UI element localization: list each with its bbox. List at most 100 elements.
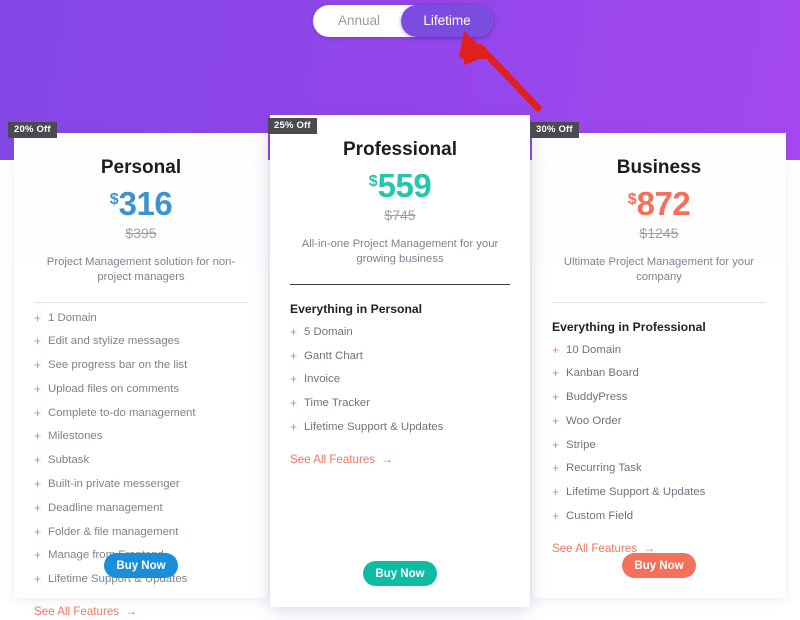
see-all-features-label: See All Features <box>34 605 120 619</box>
list-item: + Recurring Task <box>552 462 766 475</box>
plus-icon: + <box>34 548 42 563</box>
list-item: +10 Domain <box>552 342 766 357</box>
list-item: + Complete to-do management <box>34 405 248 420</box>
old-price-personal: $395 <box>125 225 157 241</box>
plus-icon: + <box>552 366 560 381</box>
feature-list-professional: +5 Domain + Gantt Chart + Invoice + Time Tr… <box>290 325 510 435</box>
plus-icon: + <box>290 420 298 435</box>
plus-icon: + <box>290 372 298 387</box>
card-divider <box>290 283 510 285</box>
plus-icon: + <box>34 500 42 515</box>
list-item: + Invoice <box>290 372 510 387</box>
feature-label: Complete to-do management <box>48 406 196 419</box>
feature-label: Built-in private messenger <box>48 478 180 491</box>
discount-badge-personal: 20% Off <box>8 122 57 138</box>
plus-icon: + <box>34 381 42 396</box>
plus-icon: + <box>552 413 560 428</box>
plus-icon: + <box>34 310 42 325</box>
feature-label: Custom Field <box>566 510 634 523</box>
plus-icon: + <box>34 524 42 539</box>
pricing-card-professional: Professional $559 $745 All-in-one Projec… <box>270 115 530 607</box>
plan-title-personal: Personal <box>100 157 182 178</box>
list-item: + See progress bar on the list <box>34 358 248 373</box>
plus-icon: + <box>34 477 42 492</box>
list-item: + Milestones <box>34 429 248 444</box>
feature-label: Invoice <box>304 373 341 386</box>
list-item: + Edit and stylize messages <box>34 334 248 349</box>
list-item: + BuddyPress <box>552 390 766 405</box>
list-item: + Lifetime Support & Updates <box>552 485 766 500</box>
feature-label: Lifetime Support & Updates <box>304 421 444 434</box>
price-personal: $316 <box>34 187 248 220</box>
list-item: + Stripe <box>552 437 766 452</box>
plus-icon: + <box>34 429 42 444</box>
list-item: + Upload files on comments <box>34 381 248 396</box>
plus-icon: + <box>552 437 560 452</box>
price-amount: 559 <box>377 167 432 204</box>
feature-label: Gantt Chart <box>304 349 363 362</box>
plus-icon: + <box>34 453 42 468</box>
plus-icon: + <box>290 396 298 411</box>
price-amount: 872 <box>636 185 691 222</box>
plan-description-professional: All-in-one Project Management for your g… <box>301 238 499 266</box>
list-item: +1 Domain <box>34 310 248 325</box>
feature-label: Recurring Task <box>566 462 642 475</box>
plus-icon: + <box>552 390 560 405</box>
plus-icon: + <box>34 358 42 373</box>
pricing-cards: 20% Off Personal $316 $395 Project Manag… <box>0 0 800 618</box>
toggle-option-lifetime[interactable]: Lifetime <box>401 5 493 37</box>
feature-label: Edit and stylize messages <box>48 335 180 348</box>
plus-icon: + <box>34 572 42 587</box>
price-business: $872 <box>552 187 766 220</box>
list-item: + Folder & file management <box>34 524 248 539</box>
see-all-features-label: See All Features <box>552 541 638 555</box>
plus-icon: + <box>34 334 42 349</box>
plus-icon: + <box>552 342 560 357</box>
list-item: + Kanban Board <box>552 366 766 381</box>
feature-heading-professional: Everything in Personal <box>290 301 423 316</box>
feature-label: Folder & file management <box>48 525 179 538</box>
feature-label: Milestones <box>48 430 103 443</box>
feature-label: Kanban Board <box>566 367 639 380</box>
buy-now-button-business[interactable]: Buy Now <box>622 553 696 578</box>
plan-title-business: Business <box>616 157 702 178</box>
discount-badge-professional: 25% Off <box>268 118 317 134</box>
feature-label: 10 Domain <box>566 343 622 356</box>
feature-label: 1 Domain <box>48 311 97 324</box>
plus-icon: + <box>552 509 560 524</box>
plus-icon: + <box>290 348 298 363</box>
feature-label: Upload files on comments <box>48 382 180 395</box>
see-all-features-link-professional[interactable]: See All Features → <box>290 452 393 466</box>
currency-symbol: $ <box>109 191 119 208</box>
card-divider <box>552 301 766 303</box>
pricing-card-personal: Personal $316 $395 Project Management so… <box>14 133 268 618</box>
list-item: +5 Domain <box>290 325 510 338</box>
feature-label: Time Tracker <box>304 397 371 410</box>
list-item: + Gantt Chart <box>290 348 510 363</box>
buy-now-button-professional[interactable]: Buy Now <box>363 561 437 586</box>
feature-list-business: +10 Domain + Kanban Board + BuddyPress + Wo… <box>552 342 766 524</box>
arrow-right-icon: → <box>125 604 138 619</box>
price-professional: $559 <box>290 169 510 202</box>
see-all-features-link-personal[interactable]: See All Features → <box>34 604 137 618</box>
old-price-business: $1245 <box>639 225 679 241</box>
plus-icon: + <box>552 485 560 500</box>
billing-period-toggle[interactable]: Annual Lifetime <box>313 5 493 37</box>
feature-label: See progress bar on the list <box>48 359 188 372</box>
list-item: + Lifetime Support & Updates <box>290 420 510 435</box>
feature-list-personal: +1 Domain + Edit and stylize messages + Se… <box>34 310 248 587</box>
list-item: + Time Tracker <box>290 396 510 411</box>
buy-now-button-personal[interactable]: Buy Now <box>104 553 178 578</box>
feature-heading-business: Everything in Professional <box>552 319 706 334</box>
feature-label: Lifetime Support & Updates <box>566 486 706 499</box>
arrow-right-icon: → <box>381 451 394 466</box>
list-item: + Woo Order <box>552 413 766 428</box>
list-item: + Custom Field <box>552 509 766 524</box>
list-item: + Built-in private messenger <box>34 477 248 492</box>
plus-icon: + <box>34 405 42 420</box>
currency-symbol: $ <box>368 173 378 190</box>
toggle-option-annual[interactable]: Annual <box>313 5 405 37</box>
plan-title-professional: Professional <box>342 139 458 160</box>
currency-symbol: $ <box>627 191 637 208</box>
feature-label: 5 Domain <box>304 325 353 338</box>
